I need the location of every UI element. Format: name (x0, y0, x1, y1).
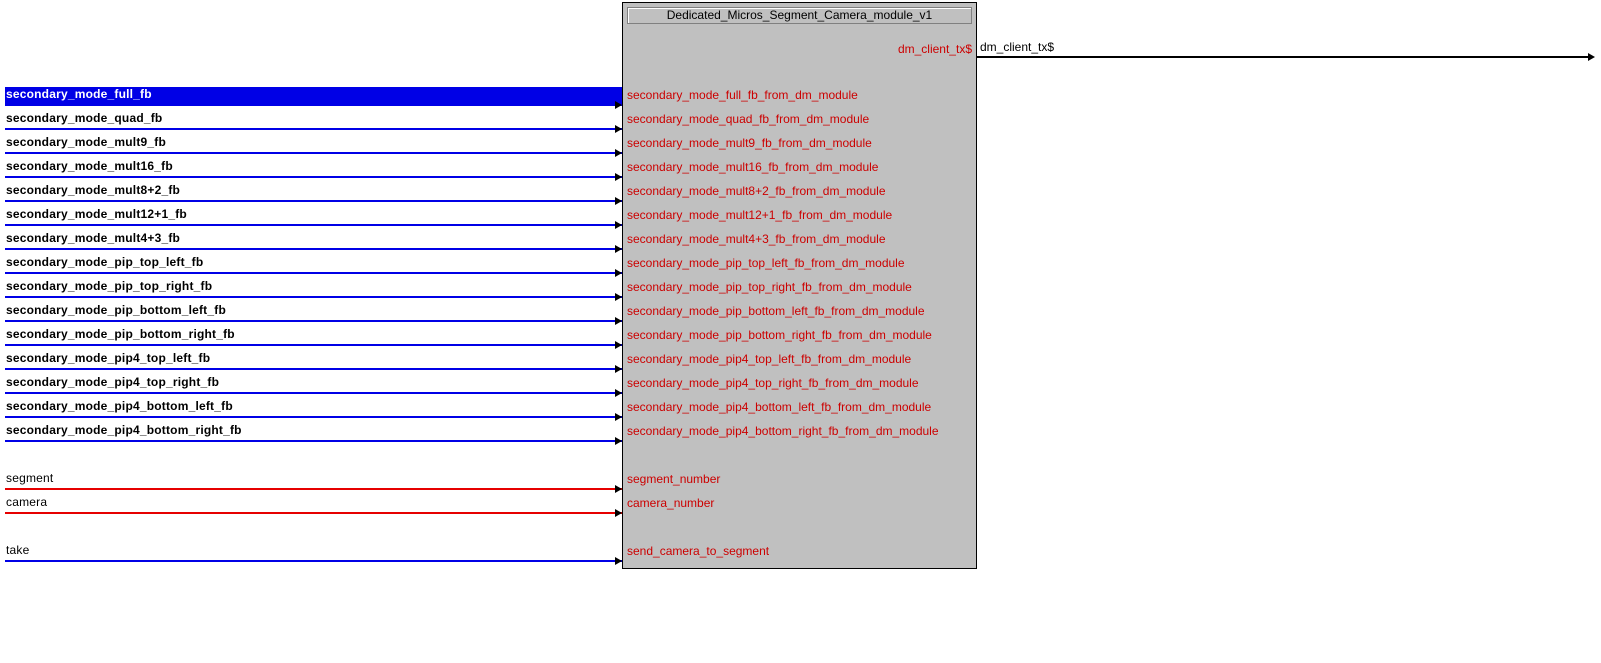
output-port-dm-client-tx[interactable]: dm_client_tx$ (898, 42, 972, 56)
input-port[interactable]: secondary_mode_mult4+3_fb_from_dm_module (627, 232, 886, 246)
arrow-right-icon (615, 293, 622, 301)
digital-signal-line (5, 200, 622, 202)
signal-name[interactable]: secondary_mode_quad_fb (6, 111, 162, 125)
input-port[interactable]: secondary_mode_pip_bottom_left_fb_from_d… (627, 304, 925, 318)
input-port[interactable]: send_camera_to_segment (627, 544, 769, 558)
signal-name[interactable]: secondary_mode_pip4_bottom_left_fb (6, 399, 233, 413)
arrow-right-icon (615, 437, 622, 445)
arrow-right-icon (615, 125, 622, 133)
input-signal-row[interactable]: secondary_mode_pip_top_left_fb (0, 254, 624, 278)
input-signal-row[interactable]: take (0, 542, 624, 566)
input-signal-row[interactable]: secondary_mode_mult4+3_fb (0, 230, 624, 254)
digital-signal-line (5, 560, 622, 562)
input-port[interactable]: secondary_mode_quad_fb_from_dm_module (627, 112, 869, 126)
output-arrow-icon (1588, 53, 1595, 61)
input-signal-row[interactable]: camera (0, 494, 624, 518)
arrow-right-icon (615, 221, 622, 229)
input-port[interactable]: secondary_mode_full_fb_from_dm_module (627, 88, 858, 102)
signal-name[interactable]: secondary_mode_mult16_fb (6, 159, 173, 173)
arrow-right-icon (615, 197, 622, 205)
digital-signal-line (5, 128, 622, 130)
input-signal-row[interactable]: segment (0, 470, 624, 494)
digital-signal-line (5, 392, 622, 394)
signal-name[interactable]: secondary_mode_full_fb (6, 87, 152, 101)
arrow-right-icon (615, 173, 622, 181)
arrow-right-icon (615, 389, 622, 397)
digital-signal-line (5, 224, 622, 226)
output-signal-line (977, 56, 1588, 58)
analog-signal-line (5, 488, 622, 490)
output-signal-dm-client-tx[interactable]: dm_client_tx$ (980, 40, 1054, 54)
input-port[interactable]: camera_number (627, 496, 714, 510)
signal-name[interactable]: secondary_mode_mult4+3_fb (6, 231, 180, 245)
signal-name[interactable]: secondary_mode_pip_bottom_left_fb (6, 303, 226, 317)
input-port[interactable]: secondary_mode_pip4_bottom_right_fb_from… (627, 424, 939, 438)
arrow-right-icon (615, 149, 622, 157)
signal-name[interactable]: secondary_mode_mult9_fb (6, 135, 166, 149)
input-port[interactable]: secondary_mode_mult12+1_fb_from_dm_modul… (627, 208, 892, 222)
signal-name[interactable]: secondary_mode_mult12+1_fb (6, 207, 187, 221)
digital-signal-line (5, 152, 622, 154)
input-signal-row[interactable]: secondary_mode_pip_top_right_fb (0, 278, 624, 302)
arrow-right-icon (615, 365, 622, 373)
input-signal-row[interactable]: secondary_mode_mult8+2_fb (0, 182, 624, 206)
input-signal-row[interactable]: secondary_mode_mult12+1_fb (0, 206, 624, 230)
arrow-right-icon (615, 485, 622, 493)
digital-signal-line (5, 104, 622, 106)
input-port[interactable]: secondary_mode_pip4_top_left_fb_from_dm_… (627, 352, 911, 366)
arrow-right-icon (615, 509, 622, 517)
arrow-right-icon (615, 413, 622, 421)
signal-name[interactable]: segment (6, 471, 53, 485)
input-signal-row[interactable]: secondary_mode_pip4_bottom_left_fb (0, 398, 624, 422)
arrow-right-icon (615, 101, 622, 109)
input-port[interactable]: secondary_mode_mult9_fb_from_dm_module (627, 136, 872, 150)
digital-signal-line (5, 416, 622, 418)
digital-signal-line (5, 248, 622, 250)
input-signal-row[interactable]: secondary_mode_pip4_bottom_right_fb (0, 422, 624, 446)
digital-signal-line (5, 320, 622, 322)
input-port[interactable]: segment_number (627, 472, 720, 486)
arrow-right-icon (615, 317, 622, 325)
arrow-right-icon (615, 245, 622, 253)
signal-name[interactable]: camera (6, 495, 47, 509)
signal-name[interactable]: secondary_mode_pip4_bottom_right_fb (6, 423, 242, 437)
input-signal-row[interactable]: secondary_mode_quad_fb (0, 110, 624, 134)
arrow-right-icon (615, 269, 622, 277)
input-port[interactable]: secondary_mode_mult16_fb_from_dm_module (627, 160, 878, 174)
signal-name[interactable]: take (6, 543, 29, 557)
signal-name[interactable]: secondary_mode_mult8+2_fb (6, 183, 180, 197)
digital-signal-line (5, 296, 622, 298)
analog-signal-line (5, 512, 622, 514)
input-signal-row[interactable]: secondary_mode_pip_bottom_right_fb (0, 326, 624, 350)
digital-signal-line (5, 176, 622, 178)
arrow-right-icon (615, 341, 622, 349)
input-signal-row[interactable]: secondary_mode_pip4_top_right_fb (0, 374, 624, 398)
arrow-right-icon (615, 557, 622, 565)
digital-signal-line (5, 440, 622, 442)
digital-signal-line (5, 368, 622, 370)
module-title[interactable]: Dedicated_Micros_Segment_Camera_module_v… (627, 7, 972, 24)
input-port[interactable]: secondary_mode_pip4_bottom_left_fb_from_… (627, 400, 931, 414)
signal-name[interactable]: secondary_mode_pip4_top_left_fb (6, 351, 210, 365)
module-block[interactable]: Dedicated_Micros_Segment_Camera_module_v… (622, 2, 977, 569)
signal-name[interactable]: secondary_mode_pip4_top_right_fb (6, 375, 219, 389)
digital-signal-line (5, 344, 622, 346)
signal-name[interactable]: secondary_mode_pip_top_right_fb (6, 279, 212, 293)
input-port[interactable]: secondary_mode_pip_top_right_fb_from_dm_… (627, 280, 912, 294)
input-signal-row[interactable]: secondary_mode_mult9_fb (0, 134, 624, 158)
input-port[interactable]: secondary_mode_pip4_top_right_fb_from_dm… (627, 376, 919, 390)
signal-name[interactable]: secondary_mode_pip_top_left_fb (6, 255, 203, 269)
input-signal-row[interactable]: secondary_mode_full_fb (0, 86, 624, 110)
digital-signal-line (5, 272, 622, 274)
input-signal-row[interactable]: secondary_mode_mult16_fb (0, 158, 624, 182)
signal-name[interactable]: secondary_mode_pip_bottom_right_fb (6, 327, 235, 341)
input-signal-row[interactable]: secondary_mode_pip4_top_left_fb (0, 350, 624, 374)
input-port[interactable]: secondary_mode_pip_top_left_fb_from_dm_m… (627, 256, 905, 270)
program-canvas: Dedicated_Micros_Segment_Camera_module_v… (0, 0, 1601, 663)
input-port[interactable]: secondary_mode_pip_bottom_right_fb_from_… (627, 328, 932, 342)
input-port[interactable]: secondary_mode_mult8+2_fb_from_dm_module (627, 184, 886, 198)
input-signal-row[interactable]: secondary_mode_pip_bottom_left_fb (0, 302, 624, 326)
